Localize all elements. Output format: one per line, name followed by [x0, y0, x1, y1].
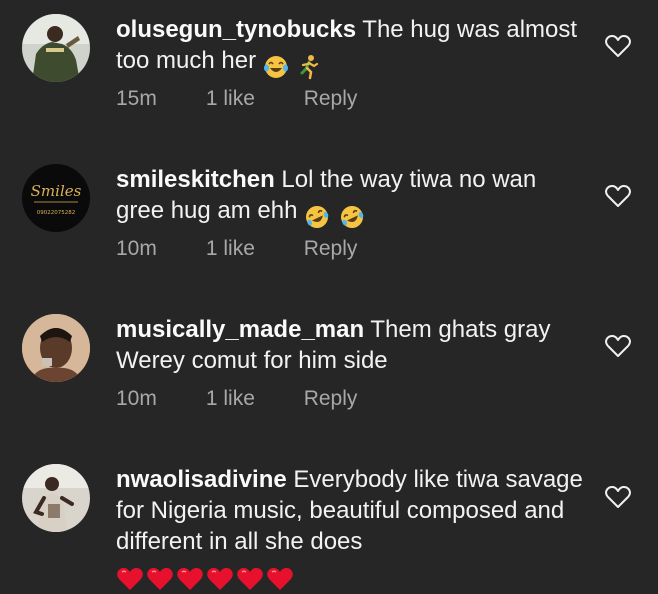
comment-username[interactable]: nwaolisadivine: [116, 466, 287, 493]
avatar-phone-text: 09022075282: [37, 210, 76, 216]
comment-text: olusegun_tynobucks The hug was almost to…: [116, 14, 586, 81]
avatar[interactable]: [22, 314, 90, 382]
comment-username[interactable]: olusegun_tynobucks: [116, 16, 356, 43]
comment-meta: 10m 1 like Reply: [116, 387, 357, 411]
red-heart-emoji: [177, 567, 203, 590]
reply-button[interactable]: Reply: [304, 87, 358, 111]
like-heart-icon[interactable]: [604, 484, 632, 510]
red-heart-emoji: [147, 567, 173, 590]
emoji-row: [263, 50, 324, 81]
red-heart-emoji: [267, 567, 293, 590]
like-heart-icon[interactable]: [604, 183, 632, 209]
rolling-laughing-emoji: [306, 205, 329, 228]
comment-meta: 10m 1 like Reply: [116, 237, 357, 261]
emoji-row: [304, 200, 367, 231]
avatar[interactable]: [22, 14, 90, 82]
red-heart-emoji: [117, 567, 143, 590]
red-heart-emoji: [237, 567, 263, 590]
reply-button[interactable]: Reply: [304, 237, 358, 261]
comment-username[interactable]: smileskitchen: [116, 166, 275, 193]
comment-like-count[interactable]: 1 like: [206, 237, 298, 261]
like-heart-icon[interactable]: [604, 33, 632, 59]
comment-like-count[interactable]: 1 like: [206, 87, 298, 111]
avatar-brand-text: Smiles: [31, 182, 82, 200]
laughing-tears-emoji: [263, 55, 288, 78]
comment-timestamp: 10m: [116, 237, 157, 260]
comment-timestamp: 15m: [116, 87, 157, 110]
running-person-emoji: [300, 54, 319, 79]
comment-timestamp: 10m: [116, 387, 157, 410]
comment-meta: 15m 1 like Reply: [116, 87, 357, 111]
emoji-row: [116, 562, 296, 593]
red-heart-emoji: [207, 567, 233, 590]
comment-username[interactable]: musically_made_man: [116, 316, 364, 343]
reply-button[interactable]: Reply: [304, 387, 358, 411]
avatar[interactable]: [22, 464, 90, 532]
comment-text: smileskitchen Lol the way tiwa no wan gr…: [116, 164, 586, 231]
comment-like-count[interactable]: 1 like: [206, 387, 298, 411]
comment-text: musically_made_man Them ghats gray Werey…: [116, 314, 586, 376]
avatar[interactable]: Smiles 09022075282: [22, 164, 90, 232]
comment-text: nwaolisadivine Everybody like tiwa savag…: [116, 464, 586, 593]
like-heart-icon[interactable]: [604, 333, 632, 359]
rolling-laughing-emoji: [340, 205, 364, 228]
